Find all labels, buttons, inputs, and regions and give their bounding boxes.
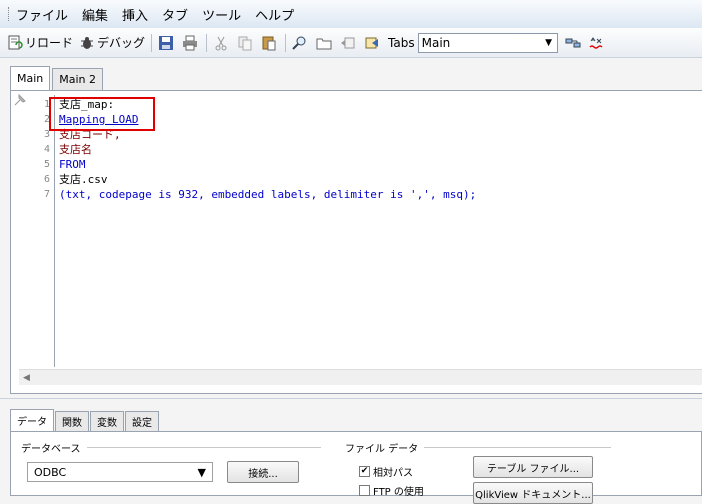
- back-button[interactable]: [337, 32, 361, 54]
- menu-edit[interactable]: 編集: [82, 5, 108, 24]
- annotation-highlight-box: [49, 97, 155, 131]
- toolbar-separator: [285, 33, 287, 52]
- line-number-gutter: 1 2 3 4 5 6 7: [19, 95, 55, 367]
- copy-button[interactable]: [234, 32, 258, 54]
- line-number: 4: [43, 144, 50, 155]
- scroll-left-icon[interactable]: ◀: [23, 373, 30, 383]
- line-number: 6: [43, 174, 50, 185]
- syntax-check-icon: [589, 36, 603, 49]
- debug-button[interactable]: デバッグ: [76, 32, 148, 54]
- tab-main[interactable]: Main: [10, 66, 51, 90]
- paste-icon: [262, 36, 276, 50]
- code-line: 支店名: [59, 143, 92, 156]
- find-icon: [292, 36, 306, 50]
- find-button[interactable]: [289, 32, 313, 54]
- editor-tab-strip: Main Main 2: [10, 66, 105, 90]
- table-files-dialog-button[interactable]: テーブル ファイル...: [473, 456, 593, 478]
- cut-icon: [215, 36, 227, 50]
- copy-icon: [238, 36, 252, 50]
- database-group: データベース: [21, 440, 321, 455]
- print-button[interactable]: [179, 32, 203, 54]
- qlikview-document-button[interactable]: QlikView ドキュメント...: [473, 482, 593, 504]
- save-button[interactable]: [155, 32, 179, 54]
- database-select-value: ODBC: [34, 465, 67, 479]
- tab-variables[interactable]: 変数: [90, 411, 124, 431]
- debug-icon: [81, 36, 94, 49]
- open-folder-icon: [316, 38, 332, 49]
- menu-help[interactable]: ヘルプ: [255, 5, 294, 24]
- connect-button[interactable]: 接続...: [227, 461, 299, 483]
- add-tab-icon: [565, 38, 581, 47]
- menu-insert[interactable]: 挿入: [122, 5, 148, 24]
- tab-data[interactable]: データ: [10, 409, 54, 431]
- line-number: 5: [43, 159, 50, 170]
- tool-pane: データ 関数 変数 設定 データベース ODBC ▼ 接続... ファイル デー…: [0, 398, 702, 504]
- tabs-dropdown[interactable]: Main ▼: [417, 32, 558, 53]
- chevron-down-icon[interactable]: ▼: [198, 466, 206, 479]
- back-icon: [341, 37, 355, 48]
- toolbar-separator: [206, 33, 208, 52]
- code-line: FROM: [59, 158, 86, 171]
- cut-button[interactable]: [210, 32, 234, 54]
- tabs-label: Tabs: [388, 35, 415, 50]
- code-line: 支店.csv: [59, 173, 108, 186]
- menu-tab[interactable]: タブ: [162, 5, 188, 24]
- add-tab-button[interactable]: [562, 32, 586, 54]
- code-area[interactable]: 支店_map: Mapping LOAD 支店コード, 支店名 FROM 支店.…: [59, 95, 702, 367]
- file-data-group-label: ファイル データ: [345, 444, 419, 455]
- paste-button[interactable]: [258, 32, 282, 54]
- relative-path-label: 相対パス: [373, 468, 413, 479]
- open-folder-button[interactable]: [313, 32, 337, 54]
- print-icon: [183, 35, 198, 50]
- file-data-group: ファイル データ: [345, 440, 611, 455]
- tool-pane-tabs: データ 関数 変数 設定: [10, 409, 160, 431]
- debug-label: デバッグ: [97, 36, 146, 50]
- group-divider: [86, 447, 321, 448]
- menu-grip: [8, 7, 10, 21]
- data-tab-content: データベース ODBC ▼ 接続... ファイル データ ✔ 相対パス FTP …: [10, 431, 702, 504]
- reload-icon: [8, 35, 23, 49]
- chevron-down-icon[interactable]: ▼: [541, 34, 557, 52]
- checkbox-box[interactable]: [359, 485, 370, 496]
- tab-main-2[interactable]: Main 2: [52, 68, 104, 90]
- reload-label: リロード: [25, 36, 74, 50]
- menu-file[interactable]: ファイル: [16, 5, 68, 24]
- script-editor[interactable]: 1 2 3 4 5 6 7 支店_map: Mapping LOAD 支店コード…: [10, 90, 702, 394]
- tab-settings[interactable]: 設定: [125, 411, 159, 431]
- script-editor-panel: Main Main 2 1 2 3 4 5 6 7 支店_map: Mappin…: [0, 58, 702, 398]
- toolbar-separator: [151, 33, 153, 52]
- database-group-label: データベース: [21, 444, 81, 455]
- syntax-check-button[interactable]: [586, 32, 610, 54]
- save-icon: [159, 35, 174, 50]
- check-icon[interactable]: ✔: [359, 466, 370, 477]
- code-line: (txt, codepage is 932, embedded labels, …: [59, 188, 477, 201]
- table-files-button[interactable]: [361, 32, 385, 54]
- relative-path-checkbox[interactable]: ✔ 相対パス: [359, 464, 413, 479]
- toolbar: リロード デバッグ Tabs Main ▼: [0, 28, 702, 58]
- group-divider: [424, 447, 611, 448]
- table-files-icon: [365, 37, 379, 48]
- database-select[interactable]: ODBC ▼: [27, 462, 213, 482]
- reload-button[interactable]: リロード: [4, 32, 76, 54]
- menu-tools[interactable]: ツール: [202, 5, 241, 24]
- menu-bar: ファイル 編集 挿入 タブ ツール ヘルプ: [0, 0, 702, 28]
- horizontal-scrollbar[interactable]: ◀: [19, 369, 702, 385]
- tab-functions[interactable]: 関数: [55, 411, 89, 431]
- line-number: 7: [43, 189, 50, 200]
- tabs-dropdown-value: Main: [421, 35, 451, 50]
